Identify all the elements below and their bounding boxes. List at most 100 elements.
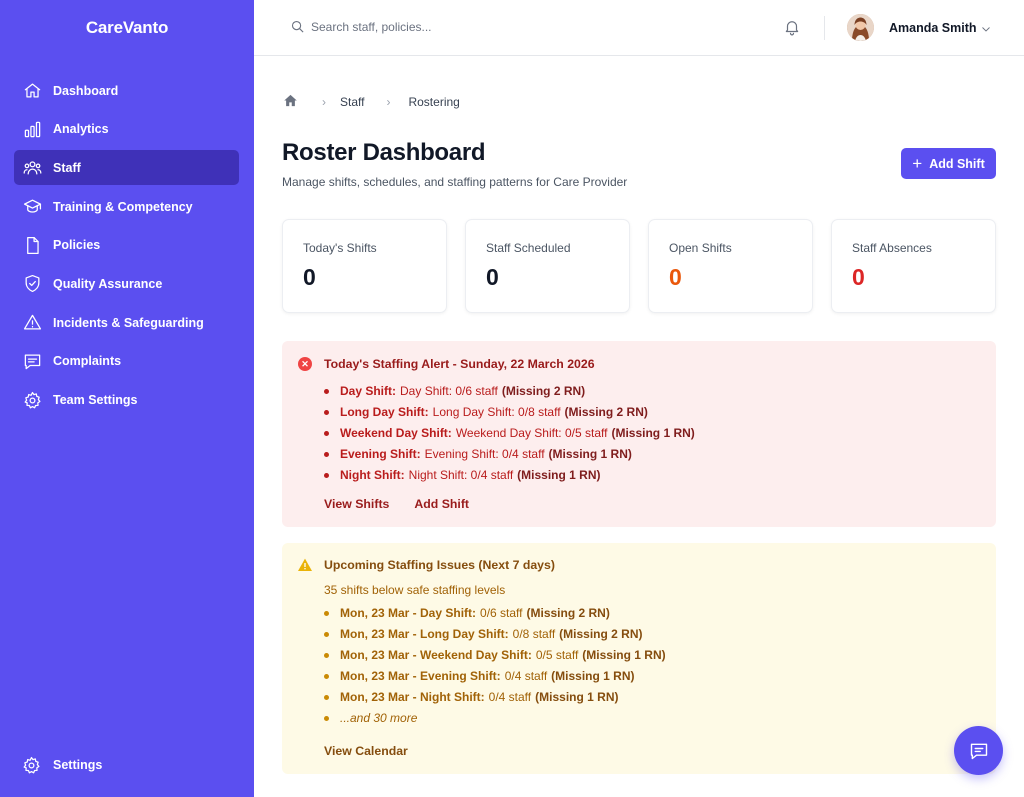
sidebar-item-quality-assurance[interactable]: Quality Assurance <box>14 266 239 301</box>
sidebar-item-team-settings[interactable]: Team Settings <box>14 383 239 418</box>
sidebar-item-label: Incidents & Safeguarding <box>53 315 204 330</box>
top-bar: Amanda Smith <box>254 0 1024 56</box>
stat-card-staff-absences: Staff Absences 0 <box>831 219 996 313</box>
sidebar-item-label: Complaints <box>53 354 122 369</box>
user-name[interactable]: Amanda Smith <box>889 21 977 35</box>
shift-detail: 0/4 staff <box>488 690 532 704</box>
bell-icon[interactable] <box>783 18 803 38</box>
shift-detail: Weekend Day Shift: 0/5 staff <box>455 426 608 440</box>
sidebar-item-label: Dashboard <box>53 83 119 98</box>
stat-label: Open Shifts <box>669 241 732 255</box>
shift-name: Mon, 23 Mar - Weekend Day Shift: <box>340 648 532 662</box>
breadcrumb-item-staff[interactable]: Staff <box>340 95 364 109</box>
shift-detail: Evening Shift: 0/4 staff <box>424 447 545 461</box>
list-item: Night Shift: Night Shift: 0/4 staff (Missi… <box>324 465 695 486</box>
sidebar-item-label: Policies <box>53 238 101 253</box>
bullet <box>324 473 329 478</box>
brand-logo[interactable]: CareVanto <box>0 18 254 38</box>
shift-name: Mon, 23 Mar - Evening Shift: <box>340 669 501 683</box>
chevron-down-icon[interactable] <box>980 22 992 34</box>
stat-value: 0 <box>852 264 865 290</box>
users-icon <box>22 158 42 178</box>
stat-label: Staff Absences <box>852 241 932 255</box>
sidebar-item-label: Analytics <box>53 122 109 137</box>
shift-missing: (Missing 1 RN) <box>611 426 695 440</box>
list-item: Mon, 23 Mar - Long Day Shift: 0/8 staff (M… <box>324 624 666 645</box>
list-item: Mon, 23 Mar - Day Shift: 0/6 staff (Missin… <box>324 603 666 624</box>
list-item-more: ...and 30 more <box>324 708 666 729</box>
alert-add-shift-link[interactable]: Add Shift <box>414 497 469 511</box>
gear-icon <box>22 390 42 410</box>
divider <box>824 16 825 40</box>
chat-button[interactable] <box>954 726 1003 775</box>
bullet <box>324 695 329 700</box>
list-item: Weekend Day Shift: Weekend Day Shift: 0/5… <box>324 423 695 444</box>
bullet <box>324 653 329 658</box>
home-icon[interactable] <box>283 93 298 111</box>
document-icon <box>22 235 42 255</box>
view-shifts-link[interactable]: View Shifts <box>324 497 389 511</box>
sidebar-item-policies[interactable]: Policies <box>14 228 239 263</box>
shift-name: Mon, 23 Mar - Long Day Shift: <box>340 627 509 641</box>
message-icon <box>22 351 42 371</box>
shift-detail: 0/4 staff <box>504 669 548 683</box>
settings-label: Settings <box>53 758 103 772</box>
sidebar-item-complaints[interactable]: Complaints <box>14 344 239 379</box>
bullet <box>324 431 329 436</box>
shift-missing: (Missing 1 RN) <box>551 669 635 683</box>
sidebar-item-staff[interactable]: Staff <box>14 150 239 186</box>
sidebar-item-dashboard[interactable]: Dashboard <box>14 73 239 108</box>
bullet <box>324 632 329 637</box>
alert-actions: View Shifts Add Shift <box>324 497 494 511</box>
upcoming-list: Mon, 23 Mar - Day Shift: 0/6 staff (Missin… <box>324 603 666 729</box>
stat-label: Today's Shifts <box>303 241 377 255</box>
bullet <box>324 674 329 679</box>
bar-chart-icon <box>22 119 42 139</box>
stat-card-open-shifts: Open Shifts 0 <box>648 219 813 313</box>
list-item: Mon, 23 Mar - Night Shift: 0/4 staff (Miss… <box>324 687 666 708</box>
avatar[interactable] <box>847 14 874 41</box>
sidebar-item-training[interactable]: Training & Competency <box>14 189 239 224</box>
bullet <box>324 716 329 721</box>
stat-value: 0 <box>669 264 682 290</box>
more-label: ...and 30 more <box>340 711 418 725</box>
stat-card-staff-scheduled: Staff Scheduled 0 <box>465 219 630 313</box>
shift-missing: (Missing 1 RN) <box>535 690 619 704</box>
bullet <box>324 452 329 457</box>
sidebar-item-label: Team Settings <box>53 393 138 407</box>
list-item: Mon, 23 Mar - Weekend Day Shift: 0/5 staf… <box>324 645 666 666</box>
upcoming-issues: Upcoming Staffing Issues (Next 7 days) 3… <box>282 543 996 774</box>
shift-name: Mon, 23 Mar - Day Shift: <box>340 606 477 620</box>
warning-triangle-icon <box>22 313 42 333</box>
stat-value: 0 <box>486 264 499 290</box>
shift-name: Night Shift: <box>340 468 405 482</box>
chevron-right-icon: › <box>322 95 326 109</box>
upcoming-title: Upcoming Staffing Issues (Next 7 days) <box>324 558 555 572</box>
upcoming-subtitle: 35 shifts below safe staffing levels <box>324 583 506 597</box>
add-shift-label: Add Shift <box>929 156 985 171</box>
shift-missing: (Missing 2 RN) <box>559 627 643 641</box>
add-shift-button[interactable]: + Add Shift <box>901 148 996 179</box>
stat-card-todays-shifts: Today's Shifts 0 <box>282 219 447 313</box>
shift-name: Day Shift: <box>340 384 397 398</box>
staffing-alert: ✕ Today's Staffing Alert - Sunday, 22 Ma… <box>282 341 996 527</box>
sidebar-item-incidents[interactable]: Incidents & Safeguarding <box>14 305 239 340</box>
shift-name: Evening Shift: <box>340 447 421 461</box>
search-input[interactable] <box>311 19 551 34</box>
sidebar-settings-link[interactable]: Settings <box>22 755 102 775</box>
shift-missing: (Missing 2 RN) <box>526 606 610 620</box>
sidebar-item-analytics[interactable]: Analytics <box>14 112 239 147</box>
shift-missing: (Missing 2 RN) <box>564 405 648 419</box>
bullet <box>324 410 329 415</box>
plus-icon: + <box>912 154 923 173</box>
chat-icon <box>970 743 987 759</box>
chevron-right-icon: › <box>386 95 391 109</box>
bullet <box>324 389 329 394</box>
alert-title: Today's Staffing Alert - Sunday, 22 Marc… <box>324 357 595 371</box>
page-subtitle: Manage shifts, schedules, and staffing p… <box>282 175 628 189</box>
shift-detail: Long Day Shift: 0/8 staff <box>432 405 561 419</box>
sidebar-item-label: Staff <box>53 160 81 175</box>
shift-missing: (Missing 2 RN) <box>501 384 586 398</box>
list-item: Mon, 23 Mar - Evening Shift: 0/4 staff (Mi… <box>324 666 666 687</box>
view-calendar-link[interactable]: View Calendar <box>324 744 408 758</box>
